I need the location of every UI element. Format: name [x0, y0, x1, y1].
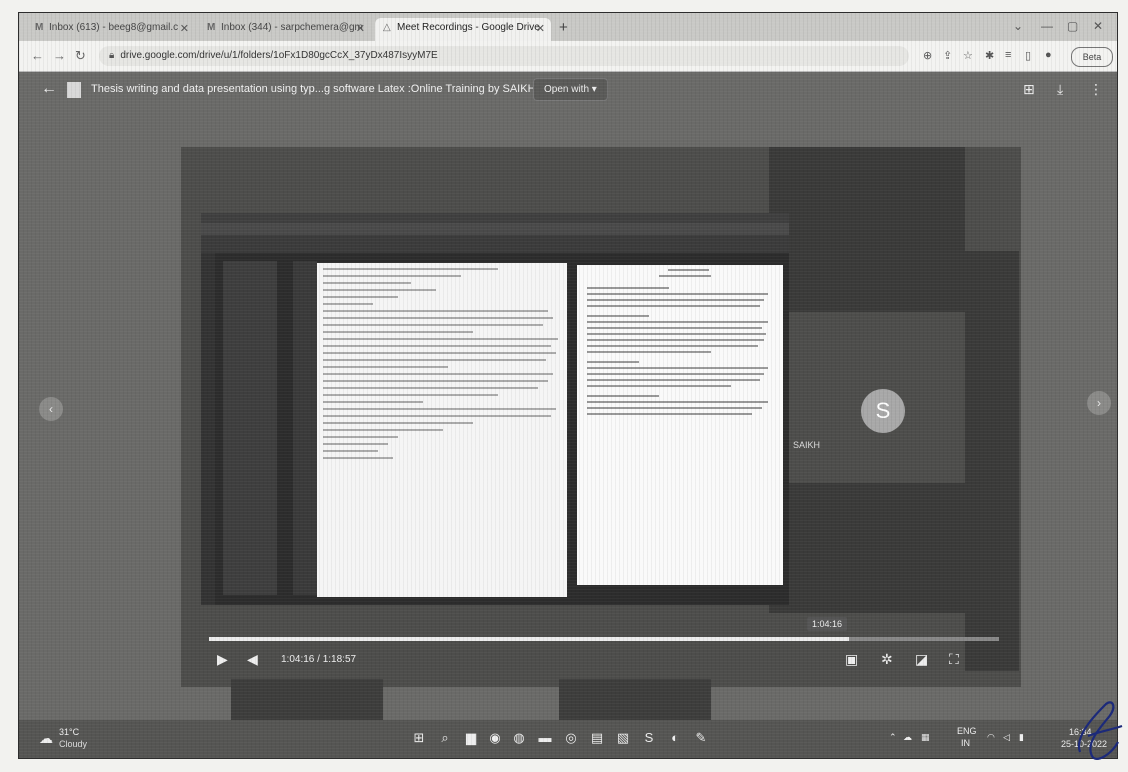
fullscreen-icon[interactable]: ⛶ — [949, 651, 959, 668]
language-indicator[interactable]: ENG — [957, 726, 977, 736]
captions-icon[interactable]: ▣ — [845, 651, 858, 668]
video-player[interactable]: S SAIKH 1:04:16 ▶ ◀︎ 1:04:16 / 1:18:57 ▣… — [181, 147, 1021, 737]
folder-icon[interactable]: ▬ — [537, 730, 553, 746]
url-input[interactable]: 🔒︎ drive.google.com/drive/u/1/folders/1oF… — [99, 46, 909, 66]
edge-icon[interactable]: ◉ — [487, 730, 503, 746]
install-icon[interactable]: ⊕ — [923, 49, 932, 62]
drive-viewer-header: ← Thesis writing and data presentation u… — [19, 71, 1117, 109]
editor-sidebar — [201, 253, 215, 605]
file-explorer-icon[interactable]: ▆ — [463, 730, 479, 746]
file-tree — [223, 261, 277, 595]
pen-icon[interactable]: ✎ — [693, 730, 709, 746]
participant-tile — [965, 251, 1019, 671]
weather-description: Cloudy — [59, 739, 88, 749]
drive-icon: △ — [383, 22, 391, 33]
close-icon[interactable]: ✕ — [536, 22, 545, 35]
next-file-arrow-icon[interactable]: › — [1087, 391, 1111, 415]
browser-tab-gmail-1[interactable]: M Inbox (613) - beeg8@gmail.c ✕ — [27, 18, 195, 41]
participant-tile — [769, 483, 965, 613]
reload-icon[interactable]: ↻ — [75, 48, 86, 64]
hover-time-tooltip: 1:04:16 — [807, 617, 848, 631]
bookmark-star-icon[interactable]: ☆ — [963, 49, 973, 62]
timeline-progress — [209, 637, 849, 641]
close-icon[interactable]: ✕ — [356, 22, 365, 35]
store-icon[interactable]: ▤ — [589, 730, 605, 746]
add-shortcut-icon[interactable]: ⊞ — [1023, 81, 1035, 98]
address-bar: ← → ↻ 🔒︎ drive.google.com/drive/u/1/folde… — [19, 41, 1117, 72]
skype-icon[interactable]: S — [641, 730, 657, 746]
url-text: drive.google.com/drive/u/1/folders/1oFx1… — [120, 50, 438, 61]
more-options-icon[interactable]: ⋮ — [1089, 81, 1103, 98]
wifi-icon[interactable]: ◠ — [987, 732, 995, 743]
share-icon[interactable]: ⇪ — [943, 49, 952, 62]
forward-arrow-icon[interactable]: → — [53, 48, 66, 63]
participant-tile — [769, 147, 965, 312]
browser-tab-strip: M Inbox (613) - beeg8@gmail.c ✕ M Inbox (3… — [19, 13, 1117, 41]
open-with-button[interactable]: Open with ▾ — [533, 78, 608, 101]
search-icon[interactable]: ⌕ — [437, 730, 453, 746]
side-panel-icon[interactable]: ▯ — [1025, 49, 1031, 62]
scanned-screenshot: M Inbox (613) - beeg8@gmail.c ✕ M Inbox (3… — [18, 12, 1118, 759]
back-arrow-icon[interactable]: ← — [41, 80, 57, 98]
download-icon[interactable]: ⤓ — [1057, 81, 1063, 98]
extension-icon[interactable]: ✱ — [985, 49, 994, 62]
document-icon[interactable]: ▧ — [615, 730, 631, 746]
maximize-icon[interactable]: ▢ — [1067, 19, 1078, 33]
back-arrow-icon[interactable]: ← — [31, 48, 44, 63]
editor-toolbar — [201, 235, 789, 253]
tab-label: Inbox (613) - beeg8@gmail.c — [49, 22, 179, 33]
onedrive-icon[interactable]: ☁ — [903, 732, 912, 743]
speaker-tray-icon[interactable]: ◁ — [1003, 732, 1010, 743]
speaker-name: SAIKH — [793, 440, 821, 450]
close-window-icon[interactable]: ✕ — [1093, 19, 1103, 33]
app-icon[interactable]: ◐ — [667, 730, 683, 746]
teams-icon[interactable]: ◍ — [511, 730, 527, 746]
lock-icon: 🔒︎ — [109, 50, 115, 61]
play-icon[interactable]: ▶ — [217, 651, 228, 668]
chevron-down-icon[interactable]: ⌄ — [1013, 19, 1023, 33]
start-icon[interactable]: ⊞ — [411, 730, 427, 746]
tab-label: Inbox (344) - sarpchemera@gm — [221, 22, 363, 33]
video-file-icon — [67, 82, 81, 98]
time-readout: 1:04:16 / 1:18:57 — [281, 654, 357, 665]
editor-menubar — [201, 223, 789, 235]
line-gutter — [293, 261, 317, 595]
volume-icon[interactable]: ◀︎ — [247, 651, 258, 668]
browser-tab-drive[interactable]: △ Meet Recordings - Google Drive ✕ — [375, 18, 551, 41]
miniplayer-icon[interactable]: ◪ — [915, 651, 928, 668]
weather-temperature: 31°C — [59, 727, 80, 737]
new-tab-icon[interactable]: + — [559, 19, 568, 36]
gmail-icon: M — [35, 22, 44, 33]
profile-button[interactable]: Beta — [1071, 47, 1113, 67]
chrome-icon[interactable]: ◎ — [563, 730, 579, 746]
profile-avatar-icon[interactable]: ● — [1045, 49, 1052, 61]
video-timeline-slider[interactable] — [209, 637, 999, 641]
battery-icon[interactable]: ▮ — [1019, 732, 1024, 743]
file-title: Thesis writing and data presentation usi… — [91, 83, 555, 95]
pdf-preview-pane — [577, 265, 783, 585]
tab-label: Meet Recordings - Google Drive — [397, 22, 540, 33]
language-region: IN — [961, 738, 970, 748]
handwritten-signature — [1077, 701, 1123, 760]
tray-overflow-icon[interactable]: ⌃ — [889, 732, 897, 743]
gmail-icon: M — [207, 22, 216, 33]
editor-titlebar — [201, 213, 789, 223]
minimize-icon[interactable]: — — [1041, 19, 1053, 33]
weather-cloud-icon[interactable]: ☁ — [39, 730, 53, 747]
shared-screen — [201, 213, 789, 605]
reading-list-icon[interactable]: ≡ — [1005, 49, 1011, 61]
windows-taskbar: ☁ 31°C Cloudy ⊞ ⌕ ▆ ◉ ◍ ▬ ◎ ▤ ▧ S ◐ ✎ ⌃ … — [19, 720, 1117, 758]
open-with-label: Open with — [544, 84, 590, 95]
browser-tab-gmail-2[interactable]: M Inbox (344) - sarpchemera@gm ✕ — [199, 18, 371, 41]
network-tray-icon[interactable]: ▦ — [921, 732, 930, 743]
latex-source-pane — [317, 263, 567, 597]
previous-file-arrow-icon[interactable]: ‹ — [39, 397, 63, 421]
settings-gear-icon[interactable]: ✲ — [881, 651, 893, 668]
speaker-avatar: S — [861, 389, 905, 433]
close-icon[interactable]: ✕ — [180, 22, 189, 35]
